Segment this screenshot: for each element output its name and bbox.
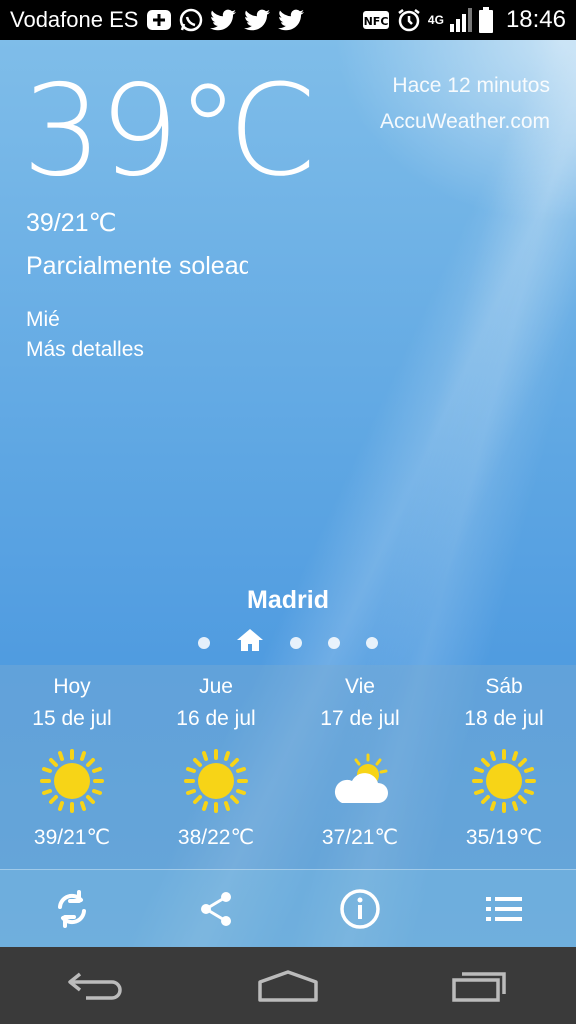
clock: 18:46 (505, 6, 566, 33)
last-updated: Hace 12 minutos (392, 74, 550, 97)
forecast-day[interactable]: Hoy 15 de jul 39/21℃ (0, 665, 144, 869)
current-temperature: 39℃ (22, 57, 318, 204)
list-icon (486, 897, 522, 921)
page-dot[interactable] (290, 636, 302, 649)
home-icon[interactable] (236, 628, 264, 657)
recent-apps-icon (452, 971, 506, 1002)
page-dot[interactable] (328, 636, 340, 649)
home-button[interactable] (192, 947, 384, 1024)
refresh-icon (58, 890, 86, 928)
forecast-day-name: Hoy (53, 675, 91, 698)
forecast-temperature-range: 38/22℃ (177, 826, 255, 849)
today-temperature-range: 39/21℃ (26, 209, 117, 237)
sun-icon (40, 749, 104, 813)
partly-cloudy-icon (328, 749, 392, 813)
share-button[interactable] (144, 870, 288, 947)
city-name: Madrid (247, 586, 329, 614)
weather-condition: Parcialmente soleado (26, 252, 248, 280)
forecast-day-name: Sáb (485, 675, 523, 698)
status-bar: Vodafone ES NFC 4G 18:46 (0, 0, 576, 40)
forecast-panel: Hoy 15 de jul 39/21℃ Jue 16 de jul 38/22… (0, 665, 576, 869)
page-dot[interactable] (198, 636, 210, 649)
sun-icon (472, 749, 536, 813)
forecast-day[interactable]: Jue 16 de jul 38/22℃ (144, 665, 288, 869)
share-icon (201, 892, 231, 926)
network-type-label: 4G (427, 13, 444, 27)
forecast-day[interactable]: Sáb 18 de jul 35/19℃ (432, 665, 576, 869)
svg-text:NFC: NFC (364, 15, 389, 28)
home-nav-icon (258, 969, 318, 1002)
forecast-day-name: Jue (199, 675, 233, 698)
page-indicator[interactable] (0, 628, 576, 657)
signal-icon (449, 8, 472, 32)
info-button[interactable] (288, 870, 432, 947)
back-button[interactable] (0, 947, 192, 1024)
forecast-date: 16 de jul (176, 707, 256, 730)
nfc-icon: NFC (362, 9, 390, 31)
list-button[interactable] (432, 870, 576, 947)
twitter-icon (278, 9, 306, 31)
recent-apps-button[interactable] (384, 947, 576, 1024)
carrier-name: Vodafone ES (10, 7, 139, 32)
forecast-day[interactable]: Vie 17 de jul 37/21℃ (288, 665, 432, 869)
forecast-date: 18 de jul (464, 707, 544, 730)
accuweather-link[interactable]: AccuWeather.com (380, 110, 550, 134)
action-toolbar (0, 869, 576, 947)
whatsapp-icon (178, 7, 204, 33)
plus-box-icon (146, 9, 172, 31)
sun-icon (184, 749, 248, 813)
weather-background: 39℃ Hace 12 minutos AccuWeather.com 39/2… (0, 40, 576, 947)
refresh-button[interactable] (0, 870, 144, 947)
page-dot[interactable] (366, 636, 378, 649)
forecast-temperature-range: 39/21℃ (33, 826, 111, 849)
battery-icon (478, 7, 494, 33)
back-icon (68, 972, 122, 1000)
forecast-temperature-range: 35/19℃ (465, 826, 543, 849)
forecast-temperature-range: 37/21℃ (321, 826, 399, 849)
current-day: Mié (26, 308, 60, 331)
forecast-date: 17 de jul (320, 707, 400, 730)
forecast-day-name: Vie (345, 675, 375, 698)
info-icon (340, 889, 380, 929)
twitter-icon (210, 9, 238, 31)
twitter-icon (244, 9, 272, 31)
more-details-link[interactable]: Más detalles (26, 338, 144, 362)
navigation-bar (0, 947, 576, 1024)
forecast-date: 15 de jul (32, 707, 112, 730)
alarm-icon (396, 7, 422, 33)
